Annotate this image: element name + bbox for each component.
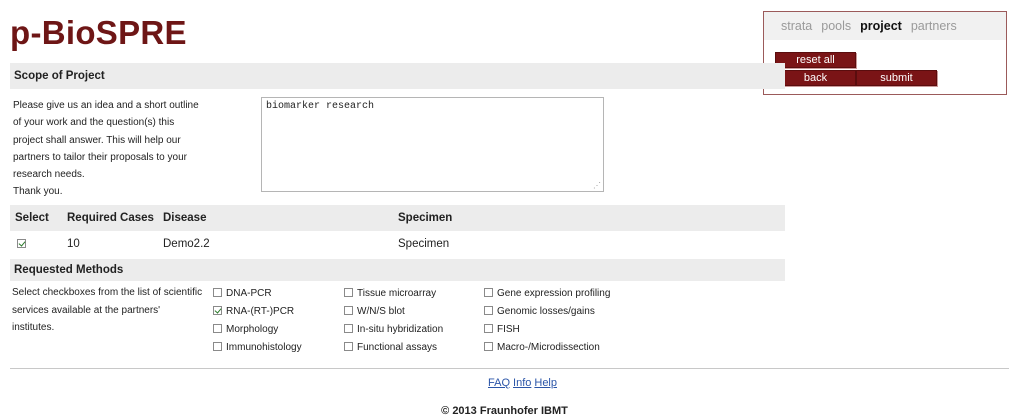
methods-line: institutes. <box>12 322 55 333</box>
copyright: © 2013 Fraunhofer IBMT <box>441 405 568 417</box>
resize-grip-icon[interactable]: ⋰ <box>593 181 601 190</box>
tab-pools[interactable]: pools <box>821 19 851 33</box>
scope-line: research needs. <box>13 169 85 181</box>
scope-line: Please give us an idea and a short outli… <box>13 100 199 111</box>
row-disease: Demo2.2 <box>163 238 210 250</box>
col-disease: Disease <box>163 212 207 224</box>
scope-line: of your work and the question(s) this <box>13 117 175 129</box>
method-dna-pcr[interactable]: DNA-PCR <box>213 287 272 301</box>
table-row: 10 Demo2.2 Specimen <box>10 233 785 255</box>
method-morphology[interactable]: Morphology <box>213 323 278 337</box>
info-link[interactable]: Info <box>513 377 531 389</box>
method-genomic-losses-gains[interactable]: Genomic losses/gains <box>484 305 595 319</box>
methods-line: services available at the partners' <box>12 304 161 316</box>
methods-line: Select checkboxes from the list of scien… <box>12 287 203 298</box>
footer-links: FAQ Info Help <box>488 377 560 389</box>
scope-line: project shall answer. This will help our <box>13 134 181 146</box>
back-button[interactable]: back <box>775 70 856 86</box>
nav-tabs: strata pools project partners <box>764 12 1006 40</box>
col-select: Select <box>15 212 49 224</box>
method-wns-blot[interactable]: W/N/S blot <box>344 305 405 319</box>
tab-strata[interactable]: strata <box>781 19 812 33</box>
method-immunohistology[interactable]: Immunohistology <box>213 341 302 355</box>
method-macro-microdissection[interactable]: Macro-/Microdissection <box>484 341 600 355</box>
method-tissue-microarray[interactable]: Tissue microarray <box>344 287 436 301</box>
method-in-situ-hybridization[interactable]: In-situ hybridization <box>344 323 443 337</box>
row-required-cases: 10 <box>67 238 80 250</box>
method-fish[interactable]: FISH <box>484 323 520 337</box>
row-specimen: Specimen <box>398 238 450 250</box>
col-required-cases: Required Cases <box>67 212 154 224</box>
footer-divider <box>10 368 1009 369</box>
row-select-checkbox[interactable] <box>17 239 26 249</box>
tab-project[interactable]: project <box>860 19 902 33</box>
methods-description: Select checkboxes from the list of scien… <box>12 284 210 337</box>
help-link[interactable]: Help <box>534 377 557 389</box>
nav-panel: strata pools project partners reset all … <box>763 11 1007 95</box>
method-rna-rt-pcr[interactable]: RNA-(RT-)PCR <box>213 305 294 319</box>
method-functional-assays[interactable]: Functional assays <box>344 341 437 355</box>
method-gene-expression-profiling[interactable]: Gene expression profiling <box>484 287 610 301</box>
site-logo: p-BioSPRE <box>10 14 187 51</box>
submit-button[interactable]: submit <box>856 70 937 86</box>
col-specimen: Specimen <box>398 212 453 224</box>
methods-heading: Requested Methods <box>10 259 785 281</box>
reset-all-button[interactable]: reset all <box>775 52 856 68</box>
scope-line: partners to tailor their proposals to yo… <box>13 151 187 163</box>
scope-textarea[interactable]: biomarker research <box>261 97 604 192</box>
faq-link[interactable]: FAQ <box>488 377 510 389</box>
scope-description: Please give us an idea and a short outli… <box>13 97 213 201</box>
scope-heading: Scope of Project <box>10 63 785 89</box>
scope-line: Thank you. <box>13 186 63 198</box>
table-header: Select Required Cases Disease Specimen <box>10 205 785 231</box>
tab-partners[interactable]: partners <box>911 19 957 33</box>
